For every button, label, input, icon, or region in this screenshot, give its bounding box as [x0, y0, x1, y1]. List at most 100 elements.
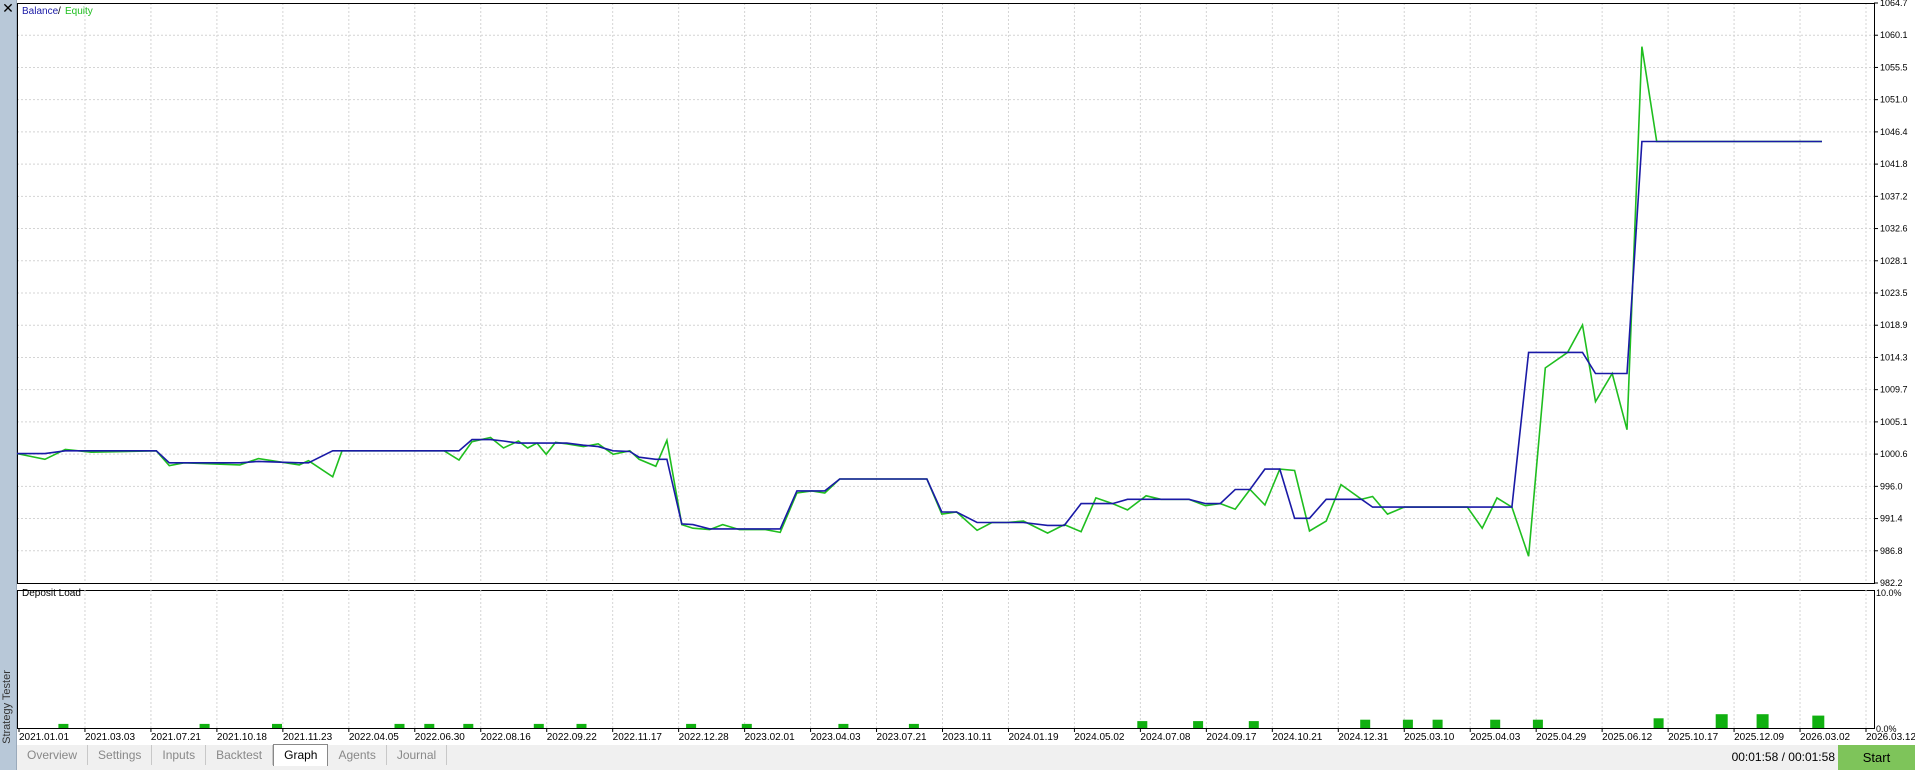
y-tick-label: 1037.2	[1880, 191, 1908, 201]
y-tick-label: 1018.9	[1880, 320, 1908, 330]
deposit-bar	[463, 723, 474, 728]
x-tick-label: 2021.01.01	[19, 732, 69, 743]
equity-line	[16, 46, 1822, 557]
x-tick-label: 2025.12.09	[1734, 732, 1784, 743]
deposit-bars	[58, 714, 1825, 728]
x-axis-labels: 2021.01.01 2021.03.03 2021.07.21 2021.10.18…	[18, 728, 1915, 743]
y-tick-label: 1014.3	[1880, 352, 1908, 362]
deposit-bar	[1653, 718, 1664, 728]
x-tick-label: 2022.09.22	[547, 732, 597, 743]
x-tick-label: 2025.06.12	[1602, 732, 1652, 743]
x-tick-label: 2021.03.03	[85, 732, 135, 743]
y-tick-label: 996.0	[1880, 481, 1903, 491]
tab-inputs[interactable]: Inputs	[152, 745, 207, 765]
tab-settings[interactable]: Settings	[88, 745, 153, 765]
y-tick-label: 991.4	[1880, 514, 1903, 524]
deposit-load-title: Deposit Load	[22, 588, 81, 599]
x-tick-label: 2021.11.23	[283, 732, 333, 743]
balance-line	[17, 140, 1822, 530]
close-icon[interactable]: ✕	[1, 0, 15, 16]
deposit-bar	[1432, 719, 1443, 728]
deposit-bar	[1360, 719, 1371, 728]
deposit-bar	[576, 723, 587, 728]
main-grid	[17, 3, 1874, 583]
x-tick-label: 2023.10.11	[943, 732, 993, 743]
x-tick-label: 2025.04.03	[1470, 732, 1520, 743]
deposit-bar	[1137, 721, 1148, 728]
deposit-bar	[1248, 721, 1259, 728]
deposit-bar	[838, 723, 849, 728]
tab-journal[interactable]: Journal	[387, 745, 448, 765]
y-tick-label: 1046.4	[1880, 127, 1908, 137]
graph-area: 1064.7 1060.1 1055.5 1051.0 1046.4 1041.8 1037…	[16, 0, 1915, 745]
strategy-tester-side-panel: ✕ Strategy Tester	[0, 0, 17, 770]
deposit-bar	[1193, 721, 1204, 728]
strategy-tester-title: Strategy Tester	[1, 670, 13, 744]
tester-tab-bar: Overview Settings Inputs Backtest Graph …	[17, 743, 448, 766]
legend-equity: Equity	[65, 6, 93, 17]
deposit-bar	[1490, 719, 1501, 728]
deposit-axis-bottom: 0.0%	[1876, 724, 1897, 734]
y-tick-label: 1028.1	[1880, 256, 1908, 266]
deposit-bar	[908, 723, 919, 728]
deposit-bar	[394, 723, 405, 728]
tab-graph[interactable]: Graph	[273, 744, 329, 766]
y-tick-label: 1032.6	[1880, 224, 1908, 234]
deposit-grid	[84, 590, 1867, 728]
elapsed-timer: 00:01:58 / 00:01:58	[1731, 750, 1835, 764]
x-tick-label: 2021.10.18	[217, 732, 267, 743]
y-tick-label: 1000.6	[1880, 449, 1908, 459]
deposit-bar	[686, 723, 697, 728]
x-tick-label: 2025.03.10	[1404, 732, 1454, 743]
y-tick-label: 1023.5	[1880, 288, 1908, 298]
y-tick-label: 1005.1	[1880, 417, 1908, 427]
x-tick-label: 2022.11.17	[613, 732, 663, 743]
deposit-bar	[58, 723, 69, 728]
deposit-bar	[741, 723, 752, 728]
y-tick-label: 1060.1	[1880, 30, 1908, 40]
deposit-bar	[1715, 714, 1728, 728]
x-tick-label: 2022.06.30	[415, 732, 465, 743]
tab-overview[interactable]: Overview	[17, 745, 89, 765]
tab-agents[interactable]: Agents	[328, 745, 387, 765]
x-tick-label: 2023.04.03	[811, 732, 861, 743]
legend-separator: /	[58, 6, 61, 17]
legend-balance: Balance	[22, 6, 59, 17]
y-tick-label: 1055.5	[1880, 62, 1908, 72]
main-axis: 1064.7 1060.1 1055.5 1051.0 1046.4 1041.8 1037…	[17, 0, 1908, 729]
tab-backtest[interactable]: Backtest	[206, 745, 274, 765]
deposit-bar	[533, 723, 544, 728]
x-tick-label: 2025.10.17	[1668, 732, 1718, 743]
deposit-axis-top: 10.0%	[1876, 588, 1902, 598]
x-tick-label: 2022.12.28	[679, 732, 729, 743]
y-tick-label: 986.8	[1880, 546, 1903, 556]
y-tick-label: 982.2	[1880, 578, 1903, 588]
x-tick-label: 2023.02.01	[745, 732, 795, 743]
x-tick-label: 2024.07.08	[1140, 732, 1190, 743]
deposit-bar	[1812, 715, 1825, 728]
x-tick-label: 2024.12.31	[1338, 732, 1388, 743]
deposit-bar	[1532, 719, 1543, 728]
deposit-bar	[424, 723, 435, 728]
x-tick-label: 2024.09.17	[1206, 732, 1256, 743]
x-tick-label: 2026.03.02	[1800, 732, 1850, 743]
x-tick-label: 2022.04.05	[349, 732, 399, 743]
start-button[interactable]: Start	[1838, 745, 1915, 770]
y-tick-label: 1009.7	[1880, 385, 1908, 395]
deposit-bar	[272, 723, 282, 728]
deposit-bar	[1402, 719, 1413, 728]
x-tick-label: 2023.07.21	[877, 732, 927, 743]
x-tick-label: 2024.01.19	[1008, 732, 1058, 743]
y-tick-label: 1064.7	[1880, 0, 1908, 8]
deposit-bar	[1756, 714, 1769, 728]
deposit-bar	[199, 723, 210, 728]
x-tick-label: 2024.05.02	[1074, 732, 1124, 743]
balance-equity-chart: 1064.7 1060.1 1055.5 1051.0 1046.4 1041.8 1037…	[16, 0, 1915, 743]
y-tick-label: 1041.8	[1880, 159, 1908, 169]
x-tick-label: 2025.04.29	[1536, 732, 1586, 743]
y-tick-label: 1051.0	[1880, 95, 1908, 105]
deposit-frame	[17, 590, 1875, 729]
x-tick-label: 2021.07.21	[151, 732, 201, 743]
x-tick-label: 2024.10.21	[1272, 732, 1322, 743]
x-tick-label: 2022.08.16	[481, 732, 531, 743]
